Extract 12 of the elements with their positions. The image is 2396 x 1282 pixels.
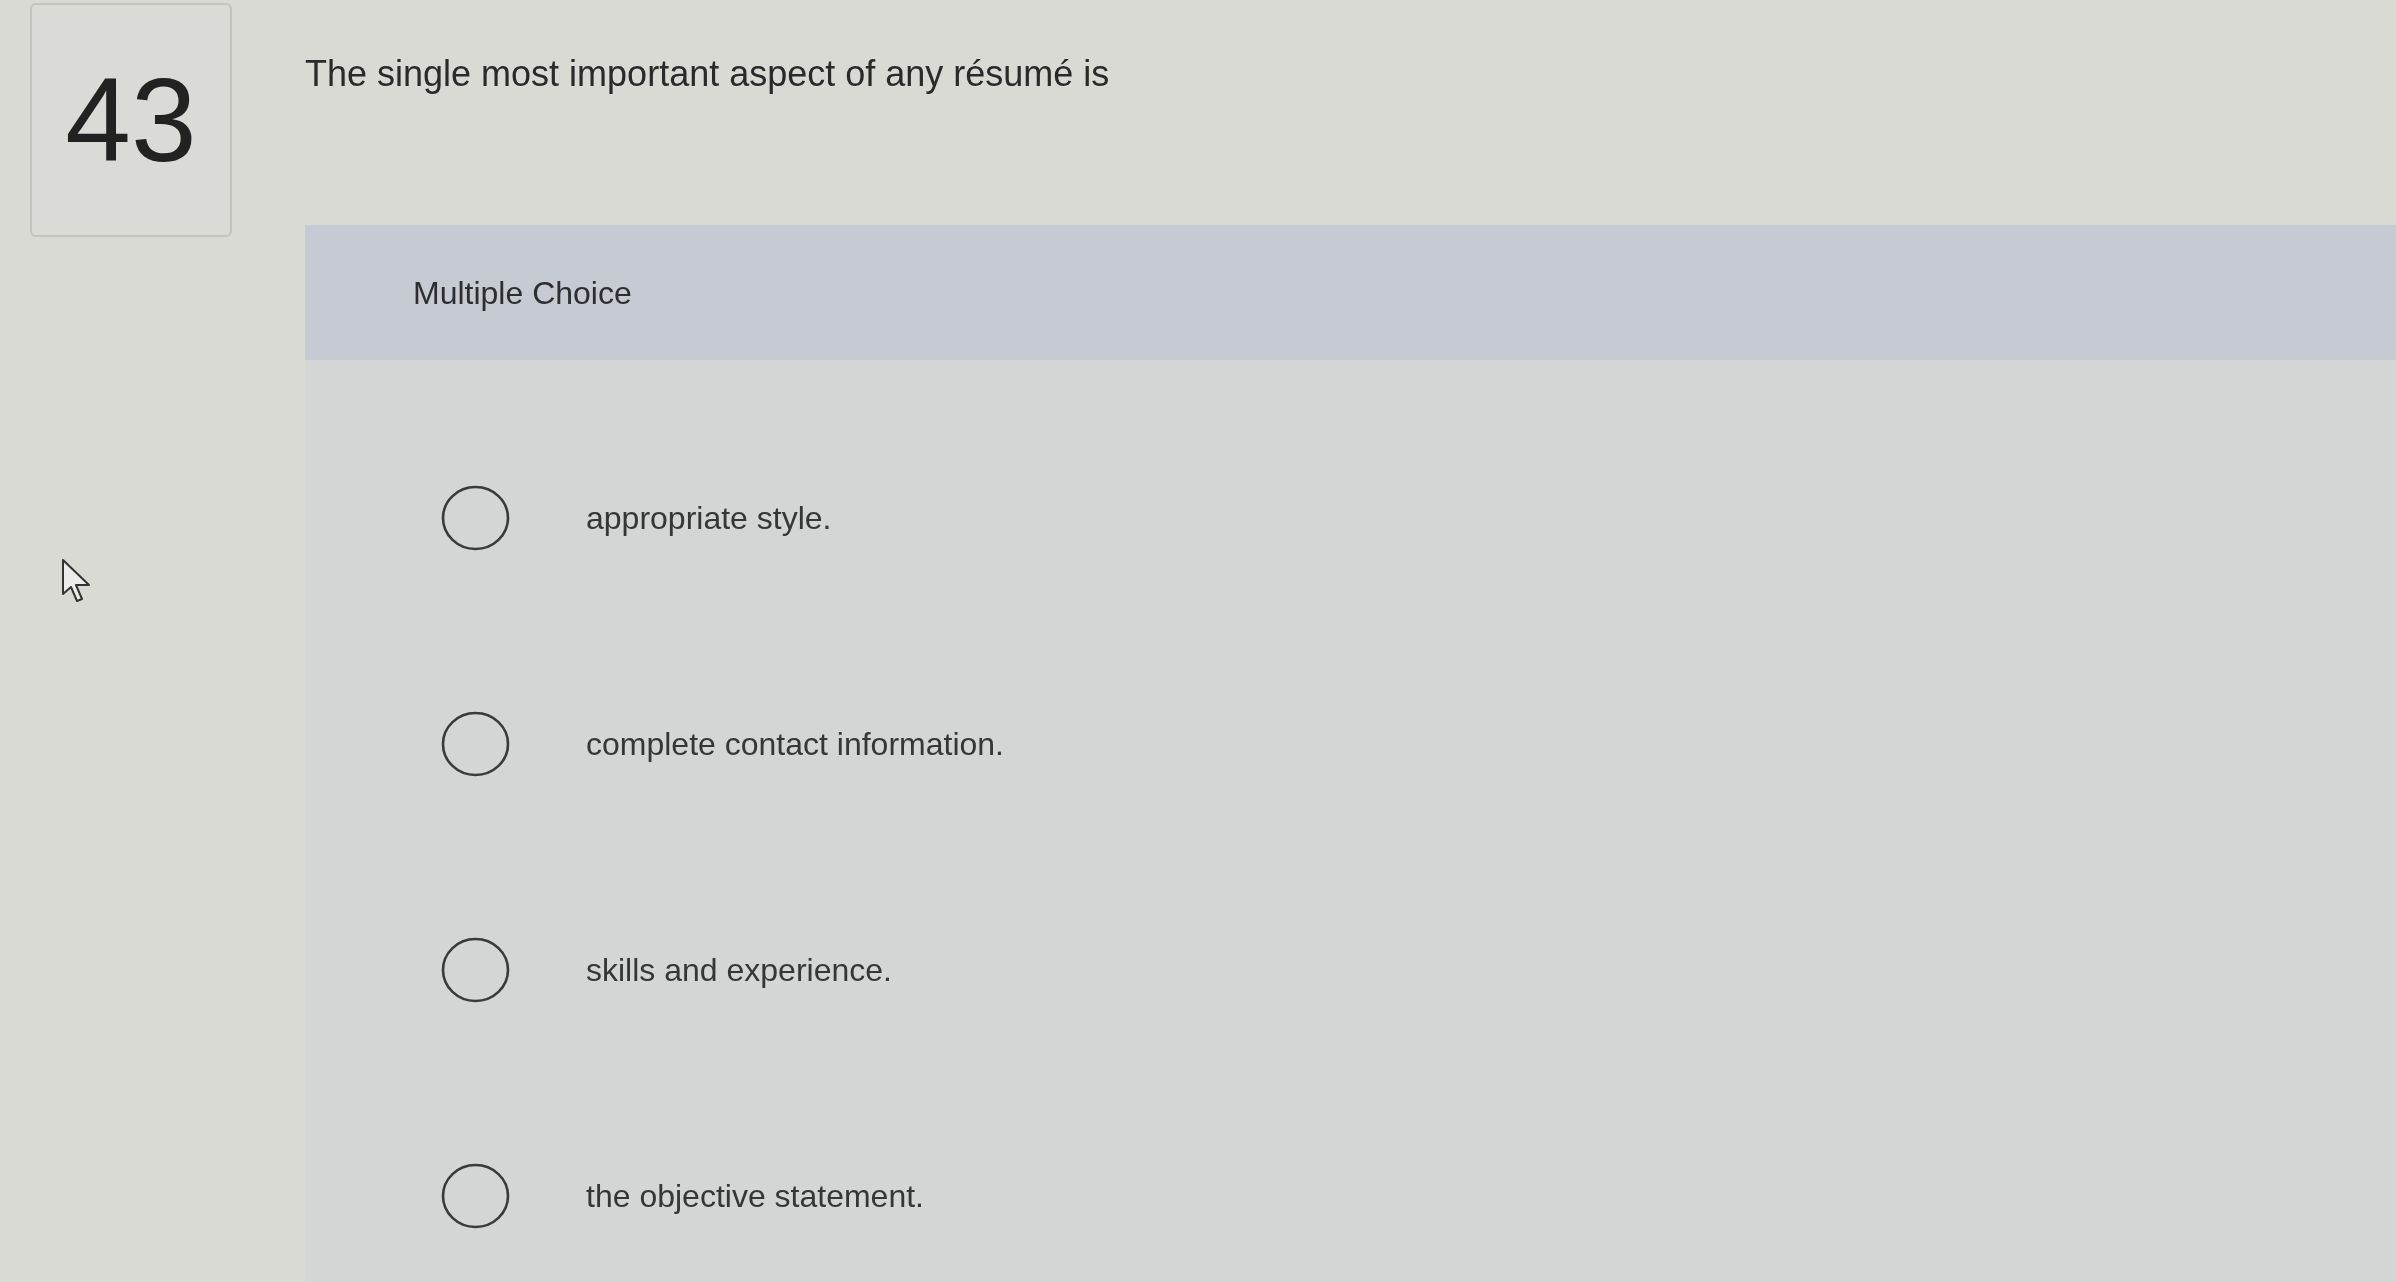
mouse-pointer-icon <box>61 558 92 604</box>
option-label[interactable]: the objective statement. <box>586 1172 924 1220</box>
radio-button[interactable] <box>441 937 510 1003</box>
radio-button[interactable] <box>441 1163 510 1229</box>
option-label[interactable]: appropriate style. <box>586 494 832 542</box>
radio-button[interactable] <box>441 485 510 551</box>
question-text: The single most important aspect of any résumé is <box>305 53 1110 94</box>
radio-button[interactable] <box>441 711 510 777</box>
option-label[interactable]: complete contact information. <box>586 720 1004 768</box>
option-label[interactable]: skills and experience. <box>586 946 892 994</box>
question-type-label: Multiple Choice <box>413 273 632 313</box>
question-number: 43 <box>30 3 232 237</box>
